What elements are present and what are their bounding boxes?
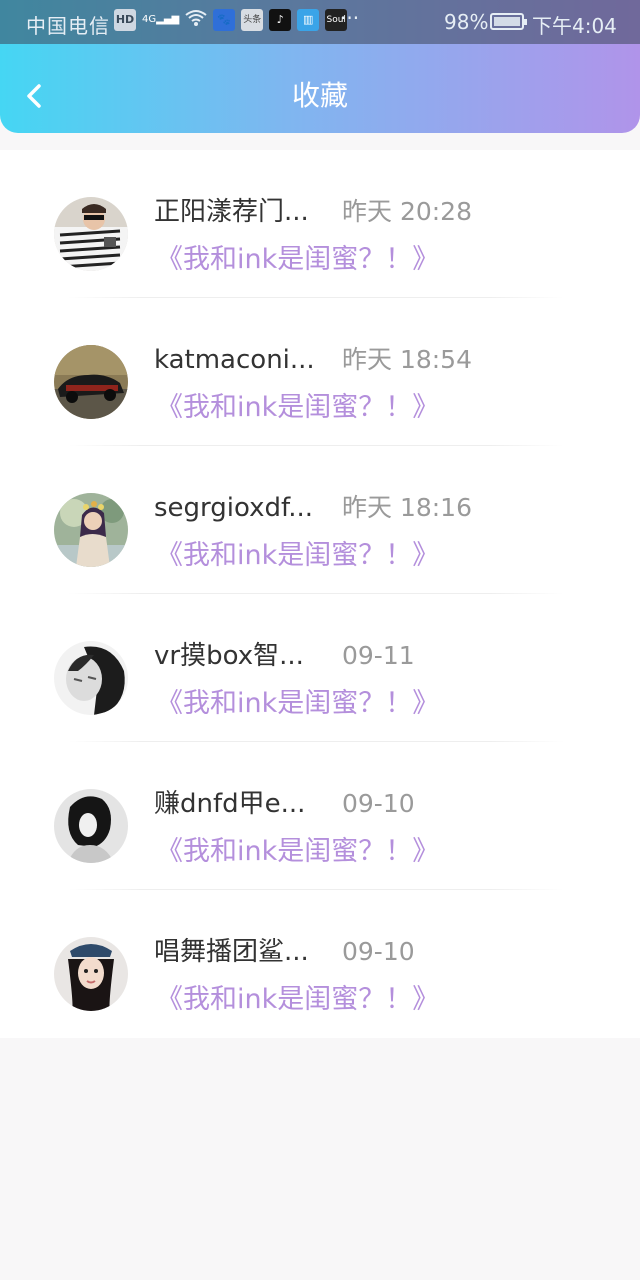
story-title-link[interactable]: 《我和ink是闺蜜？！》 <box>156 242 439 278</box>
user-name: vr摸box智... <box>154 641 304 671</box>
timestamp: 09-10 <box>342 937 415 966</box>
header-bar: 中国电信 HD 4G▂▄▆ 🐾 头条 ♪ ▥ Soul ··· 98% 下午4:… <box>0 0 640 133</box>
list-item[interactable]: 赚dnfd甲e... 09-10 《我和ink是闺蜜？！》 <box>0 742 640 890</box>
avatar[interactable] <box>54 641 128 715</box>
timestamp: 09-10 <box>342 789 415 818</box>
avatar[interactable] <box>54 345 128 419</box>
avatar[interactable] <box>54 789 128 863</box>
battery-percent: 98% <box>444 10 489 34</box>
status-bar: 中国电信 HD 4G▂▄▆ 🐾 头条 ♪ ▥ Soul ··· 98% 下午4:… <box>0 0 640 44</box>
story-title-link[interactable]: 《我和ink是闺蜜？！》 <box>156 686 439 722</box>
avatar[interactable] <box>54 937 128 1011</box>
timestamp: 昨天 18:54 <box>342 345 472 374</box>
status-icons: HD 4G▂▄▆ 🐾 头条 ♪ ▥ Soul <box>114 9 348 31</box>
toutiao-icon: 头条 <box>241 9 264 31</box>
list-item[interactable]: segrgioxdf... 昨天 18:16 《我和ink是闺蜜？！》 <box>0 446 640 594</box>
wifi-icon <box>185 9 207 31</box>
list-item[interactable]: vr摸box智... 09-11 《我和ink是闺蜜？！》 <box>0 594 640 742</box>
list-item[interactable]: 唱舞播团鲨... 09-10 《我和ink是闺蜜？！》 <box>0 890 640 1038</box>
list-item[interactable]: 正阳漾荐门... 昨天 20:28 《我和ink是闺蜜？！》 <box>0 150 640 298</box>
carrier-label: 中国电信 <box>26 14 110 38</box>
user-name: 正阳漾荐门... <box>154 197 309 227</box>
favorites-list: 正阳漾荐门... 昨天 20:28 《我和ink是闺蜜？！》 katmaconi… <box>0 150 640 1038</box>
story-title-link[interactable]: 《我和ink是闺蜜？！》 <box>156 834 439 870</box>
page-title: 收藏 <box>291 79 348 112</box>
user-name: 唱舞播团鲨... <box>154 937 309 967</box>
timestamp: 09-11 <box>342 641 415 670</box>
more-notifications-icon: ··· <box>340 6 360 30</box>
user-name: segrgioxdf... <box>154 493 314 523</box>
story-title-link[interactable]: 《我和ink是闺蜜？！》 <box>156 538 439 574</box>
avatar[interactable] <box>54 197 128 271</box>
timestamp: 昨天 20:28 <box>342 197 472 226</box>
clock: 下午4:04 <box>532 14 617 38</box>
story-title-link[interactable]: 《我和ink是闺蜜？！》 <box>156 390 439 426</box>
avatar[interactable] <box>54 493 128 567</box>
story-title-link[interactable]: 《我和ink是闺蜜？！》 <box>156 982 439 1018</box>
reader-icon: ▥ <box>297 9 320 31</box>
user-name: 赚dnfd甲e... <box>154 789 306 819</box>
tiktok-icon: ♪ <box>269 9 292 31</box>
hd-icon: HD <box>114 9 136 31</box>
timestamp: 昨天 18:16 <box>342 493 472 522</box>
user-name: katmaconi... <box>154 345 315 375</box>
baidu-icon: 🐾 <box>213 9 236 31</box>
signal-icon: 4G▂▄▆ <box>142 14 180 25</box>
list-item[interactable]: katmaconi... 昨天 18:54 《我和ink是闺蜜？！》 <box>0 298 640 446</box>
battery-icon <box>490 13 527 30</box>
